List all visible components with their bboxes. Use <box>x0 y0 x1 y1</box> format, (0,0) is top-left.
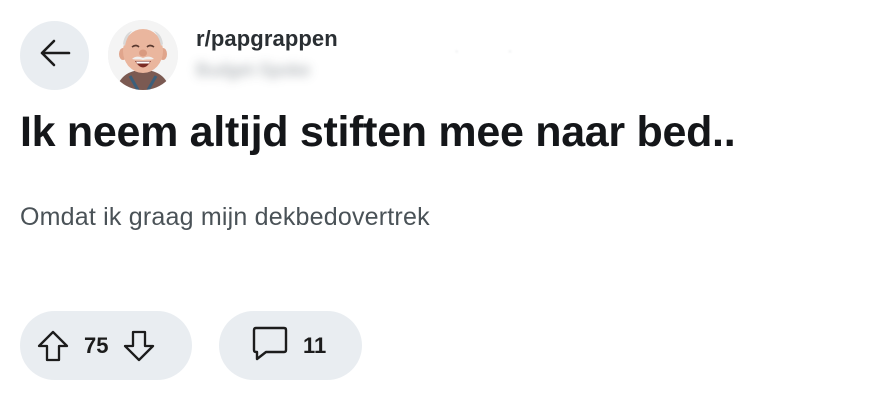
post-body: Omdat ik graag mijn dekbedovertrek <box>20 203 430 231</box>
post-author[interactable]: Budget-Spoke <box>196 60 310 81</box>
laughing-man-avatar-icon <box>108 20 178 90</box>
arrow-down-icon <box>124 330 155 361</box>
vote-bar: 75 <box>20 311 192 380</box>
speech-bubble-icon <box>251 324 289 367</box>
post-meta-blurred: ·· <box>455 46 562 57</box>
subreddit-name[interactable]: r/papgrappen <box>196 26 338 52</box>
arrow-left-icon <box>38 36 72 75</box>
comments-button[interactable]: 11 <box>219 311 362 380</box>
subreddit-avatar[interactable] <box>108 20 178 90</box>
downvote-button[interactable] <box>122 329 156 363</box>
upvote-button[interactable] <box>36 329 70 363</box>
comment-count: 11 <box>303 332 327 358</box>
post-title: Ik neem altijd stiften mee naar bed.. <box>20 108 736 156</box>
arrow-up-icon <box>37 330 69 361</box>
vote-count: 75 <box>84 332 109 358</box>
back-button[interactable] <box>20 21 89 90</box>
